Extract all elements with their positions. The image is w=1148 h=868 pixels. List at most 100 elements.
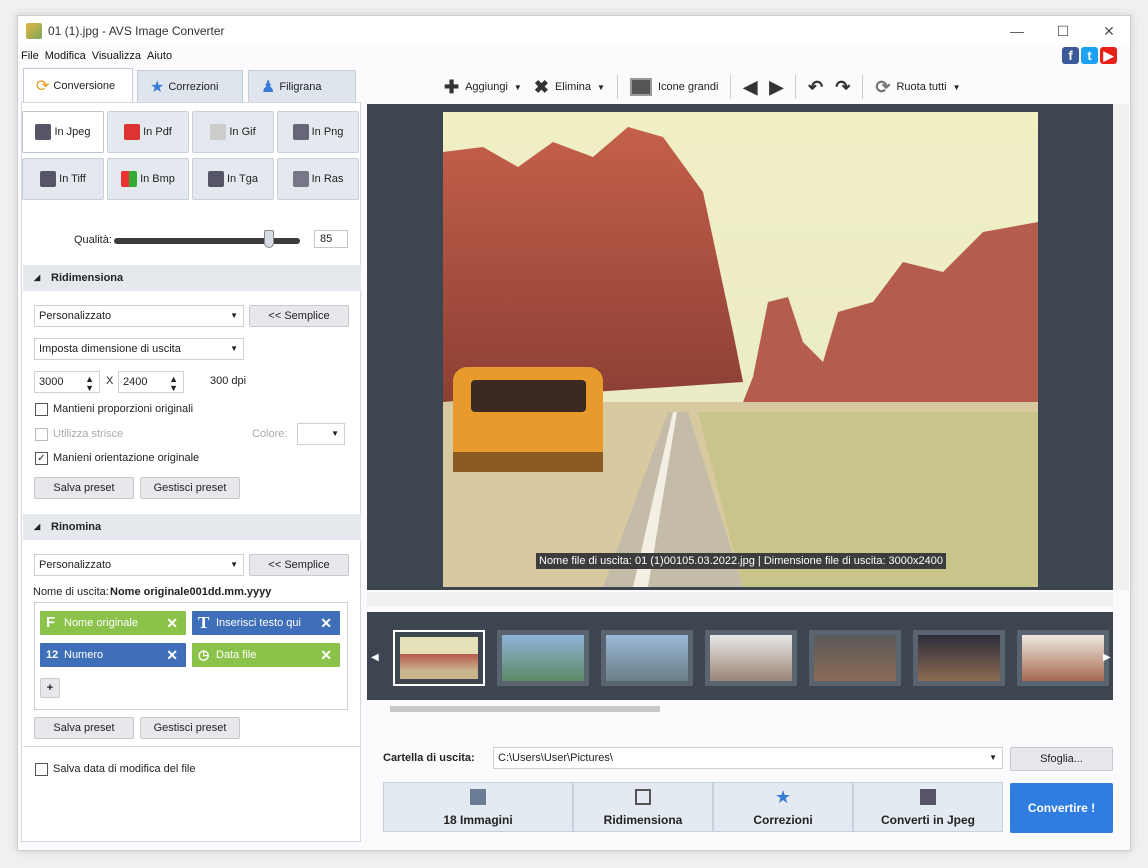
titlebar: 01 (1).jpg - AVS Image Converter — ☐ ✕: [18, 16, 1130, 46]
thumbnail-item[interactable]: [393, 630, 485, 686]
scroll-left-icon[interactable]: ◀: [371, 652, 379, 663]
remove-icon[interactable]: ✕: [166, 643, 178, 667]
chip-insert-text[interactable]: T Inserisci testo qui ✕: [192, 611, 340, 635]
resize-preset-select[interactable]: Personalizzato ▼: [34, 305, 244, 327]
maximize-button[interactable]: ☐: [1040, 16, 1086, 46]
format-bmp-button[interactable]: In Bmp: [107, 158, 189, 200]
keep-proportions-label: Mantieni proporzioni originali: [53, 403, 194, 415]
resize-simple-button[interactable]: << Semplice: [249, 305, 349, 327]
close-button[interactable]: ✕: [1086, 16, 1130, 46]
menu-view[interactable]: Visualizza: [92, 47, 141, 65]
rename-save-preset-button[interactable]: Salva preset: [34, 717, 134, 739]
step-label: Ridimensiona: [603, 813, 683, 827]
thumbnail-item[interactable]: [705, 630, 797, 686]
rename-simple-button[interactable]: << Semplice: [249, 554, 349, 576]
rename-manage-preset-button[interactable]: Gestisci preset: [140, 717, 240, 739]
resize-section-header[interactable]: ◢ Ridimensiona: [23, 265, 361, 291]
thumbnail-item[interactable]: [913, 630, 1005, 686]
rotate-left-button[interactable]: ↶: [808, 77, 823, 98]
add-token-button[interactable]: +: [40, 678, 60, 698]
tab-conversion[interactable]: ⟳ Conversione: [23, 68, 133, 102]
thumbnail-item[interactable]: [809, 630, 901, 686]
color-label: Colore:: [252, 428, 288, 440]
thumbnail-image: [502, 635, 584, 681]
remove-icon[interactable]: ✕: [320, 643, 332, 667]
step-corrections[interactable]: ★ Correzioni: [713, 782, 853, 832]
chip-file-date[interactable]: ◷ Data file ✕: [192, 643, 340, 667]
thumbnail-item[interactable]: [497, 630, 589, 686]
color-picker[interactable]: ▼: [297, 423, 345, 445]
stepper-arrows-icon[interactable]: ▲ ▼: [169, 375, 178, 393]
section-title: Ridimensiona: [51, 272, 124, 284]
thumbnail-image: [1022, 635, 1104, 681]
tab-watermark[interactable]: ♟ Filigrana: [248, 70, 356, 102]
format-pdf-button[interactable]: In Pdf: [107, 111, 189, 153]
resize-mode-select[interactable]: Imposta dimensione di uscita ▼: [34, 338, 244, 360]
width-stepper[interactable]: 3000 ▲ ▼: [34, 371, 100, 393]
convert-button[interactable]: Convertire !: [1010, 783, 1113, 833]
browse-button[interactable]: Sfoglia...: [1010, 747, 1113, 771]
format-ras-button[interactable]: In Ras: [277, 158, 359, 200]
scroll-right-icon[interactable]: ▶: [1103, 652, 1111, 663]
toolbar-label: Elimina: [554, 81, 592, 93]
keep-proportions-checkbox[interactable]: [35, 403, 48, 416]
keep-orientation-checkbox[interactable]: ✓: [35, 452, 48, 465]
chip-original-name[interactable]: F Nome originale ✕: [40, 611, 186, 635]
rotate-all-button[interactable]: ⟳ Ruota tutti ▼: [875, 77, 960, 98]
stepper-arrows-icon[interactable]: ▲ ▼: [85, 375, 94, 393]
step-images[interactable]: 18 Immagini: [383, 782, 573, 832]
thumbnail-item[interactable]: [601, 630, 693, 686]
menu-file[interactable]: File: [21, 47, 39, 65]
remove-icon[interactable]: ✕: [166, 611, 178, 635]
rename-section-header[interactable]: ◢ Rinomina: [23, 514, 361, 540]
number-icon: 12: [46, 649, 59, 661]
format-tga-button[interactable]: In Tga: [192, 158, 274, 200]
format-png-button[interactable]: In Png: [277, 111, 359, 153]
next-button[interactable]: ▶: [769, 77, 783, 98]
rename-preset-select[interactable]: Personalizzato ▼: [34, 554, 244, 576]
delete-button[interactable]: ✖ Elimina ▼: [534, 77, 605, 98]
toolbar-label: Icone grandi: [657, 81, 719, 93]
minimize-button[interactable]: —: [994, 16, 1040, 46]
tab-corrections[interactable]: ★ Correzioni: [137, 70, 243, 102]
format-label: In Bmp: [140, 173, 175, 185]
toolbar-separator: [730, 75, 732, 99]
resize-manage-preset-button[interactable]: Gestisci preset: [140, 477, 240, 499]
output-name-value: Nome originale001dd.mm.yyyy: [110, 586, 272, 598]
previous-button[interactable]: ◀: [743, 77, 757, 98]
twitter-icon[interactable]: t: [1081, 47, 1098, 64]
tab-label: Conversione: [53, 79, 116, 92]
remove-icon[interactable]: ✕: [320, 611, 332, 635]
app-icon: [26, 23, 42, 39]
resize-save-preset-button[interactable]: Salva preset: [34, 477, 134, 499]
preview-caption: Nome file di uscita: 01 (1)00105.03.2022…: [536, 553, 946, 569]
thumbnail-image: [814, 635, 896, 681]
add-button[interactable]: ✚ Aggiungi ▼: [444, 77, 522, 98]
format-tiff-button[interactable]: In Tiff: [22, 158, 104, 200]
format-gif-button[interactable]: In Gif: [192, 111, 274, 153]
step-resize[interactable]: Ridimensiona: [573, 782, 713, 832]
menu-edit[interactable]: Modifica: [45, 47, 86, 65]
save-date-checkbox[interactable]: [35, 763, 48, 776]
quality-input[interactable]: 85: [314, 230, 348, 248]
step-convert-format[interactable]: Converti in Jpeg: [853, 782, 1003, 832]
view-large-icons-button[interactable]: Icone grandi: [629, 78, 719, 96]
quality-slider-thumb[interactable]: [264, 230, 274, 248]
camera-icon: [35, 124, 52, 140]
format-jpeg-button[interactable]: In Jpeg: [22, 111, 104, 153]
preview-vertical-scrollbar[interactable]: [1113, 104, 1129, 590]
select-value: C:\Users\User\Pictures\: [498, 752, 613, 764]
step-label: 18 Immagini: [443, 813, 513, 827]
youtube-icon[interactable]: ▶: [1100, 47, 1117, 64]
facebook-icon[interactable]: f: [1062, 47, 1079, 64]
toolbar-label: Aggiungi: [465, 81, 508, 93]
height-stepper[interactable]: 2400 ▲ ▼: [118, 371, 184, 393]
thumbnail-scrollbar[interactable]: [390, 706, 660, 712]
chip-number[interactable]: 12 Numero ✕: [40, 643, 186, 667]
preview-horizontal-scrollbar[interactable]: [367, 592, 1113, 606]
rotate-right-button[interactable]: ↷: [835, 77, 850, 98]
output-folder-select[interactable]: C:\Users\User\Pictures\ ▼: [493, 747, 1003, 769]
menu-help[interactable]: Aiuto: [147, 47, 172, 65]
thumbnail-item[interactable]: [1017, 630, 1109, 686]
use-stripes-checkbox[interactable]: [35, 428, 48, 441]
